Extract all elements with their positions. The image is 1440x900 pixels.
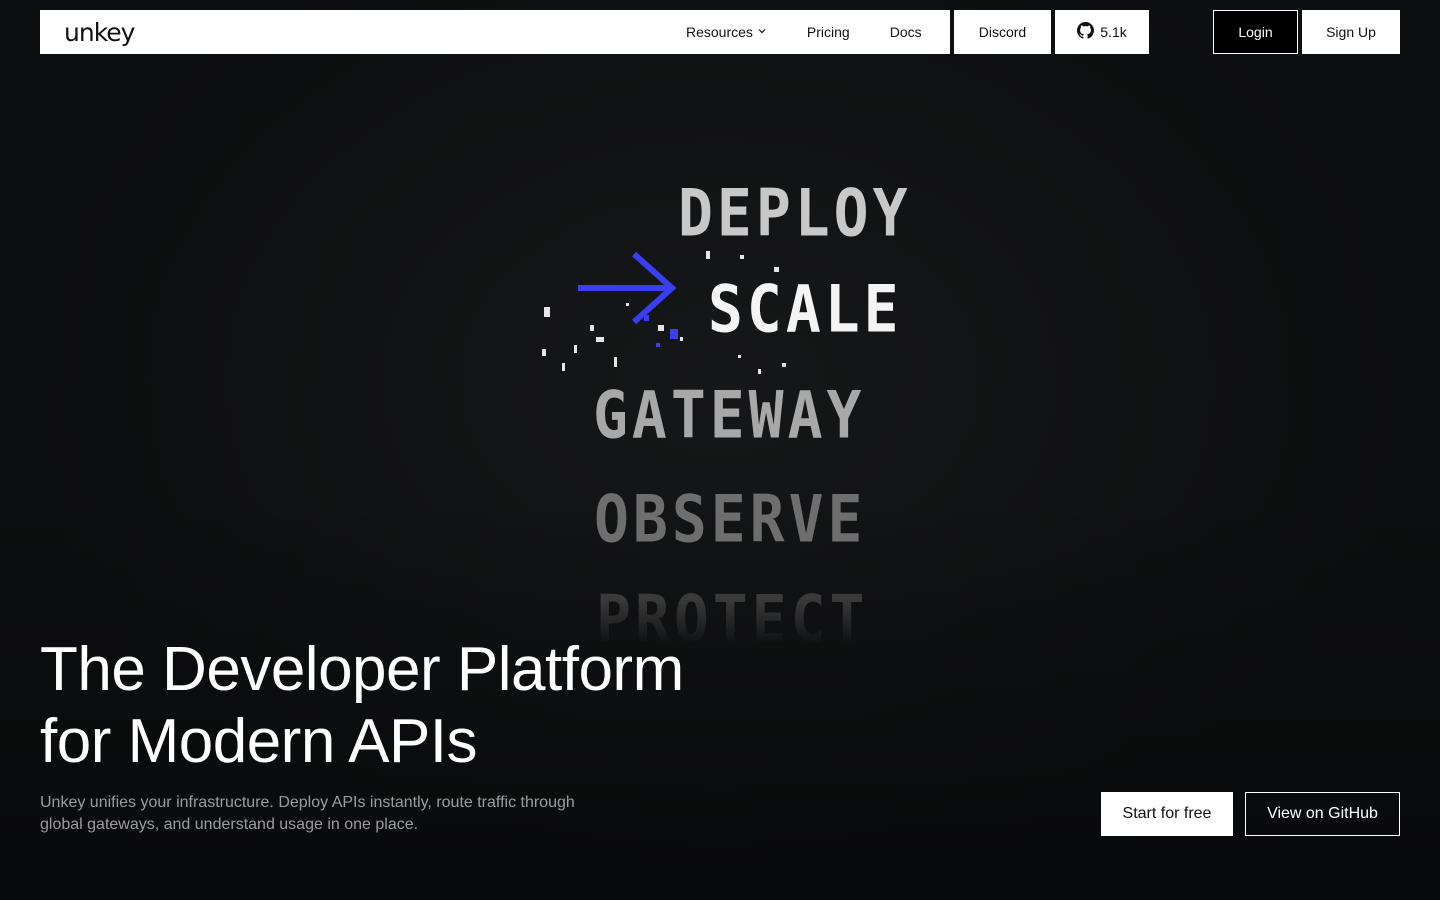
signup-button[interactable]: Sign Up	[1302, 10, 1400, 54]
word-observe: OBSERVE	[594, 480, 867, 558]
headline-line-2: for Modern APIs	[40, 707, 478, 776]
start-for-free-button[interactable]: Start for free	[1101, 792, 1233, 836]
nav-link-label: Docs	[889, 24, 922, 40]
chevron-down-icon	[757, 26, 767, 39]
cta-secondary-label: View on GitHub	[1267, 805, 1378, 822]
cta-primary-label: Start for free	[1122, 805, 1212, 822]
logo-text: unkey	[64, 17, 135, 47]
login-label: Login	[1238, 24, 1273, 40]
github-icon	[1077, 22, 1095, 42]
word-deploy: DEPLOY	[678, 174, 912, 252]
github-stars-button[interactable]: 5.1k	[1055, 10, 1149, 54]
nav-link-docs[interactable]: Docs	[870, 10, 942, 54]
arrow-right-icon	[578, 251, 677, 325]
nav-links: Resources Pricing Docs	[666, 10, 942, 54]
nav-link-pricing[interactable]: Pricing	[787, 10, 870, 54]
signup-label: Sign Up	[1326, 24, 1376, 40]
nav-link-label: Pricing	[806, 24, 850, 40]
word-scale: SCALE	[708, 270, 903, 348]
login-button[interactable]: Login	[1213, 10, 1298, 54]
word-gateway: GATEWAY	[593, 376, 866, 454]
github-stars-count: 5.1k	[1100, 24, 1127, 40]
view-on-github-button[interactable]: View on GitHub	[1245, 792, 1400, 836]
unkey-logo[interactable]: unkey	[64, 17, 135, 47]
top-navigation: unkey Resources Pricing Docs Discord 5.1…	[40, 10, 1400, 54]
nav-bar: unkey Resources Pricing Docs	[40, 10, 950, 54]
nav-link-resources[interactable]: Resources	[666, 10, 787, 54]
discord-label: Discord	[978, 24, 1027, 40]
nav-link-label: Resources	[686, 24, 753, 40]
discord-button[interactable]: Discord	[954, 10, 1051, 54]
hero-subline: Unkey unifies your infrastructure. Deplo…	[40, 794, 575, 833]
hero-headline: The Developer Platform for Modern APIs	[40, 634, 800, 778]
headline-line-1: The Developer Platform	[40, 635, 684, 704]
